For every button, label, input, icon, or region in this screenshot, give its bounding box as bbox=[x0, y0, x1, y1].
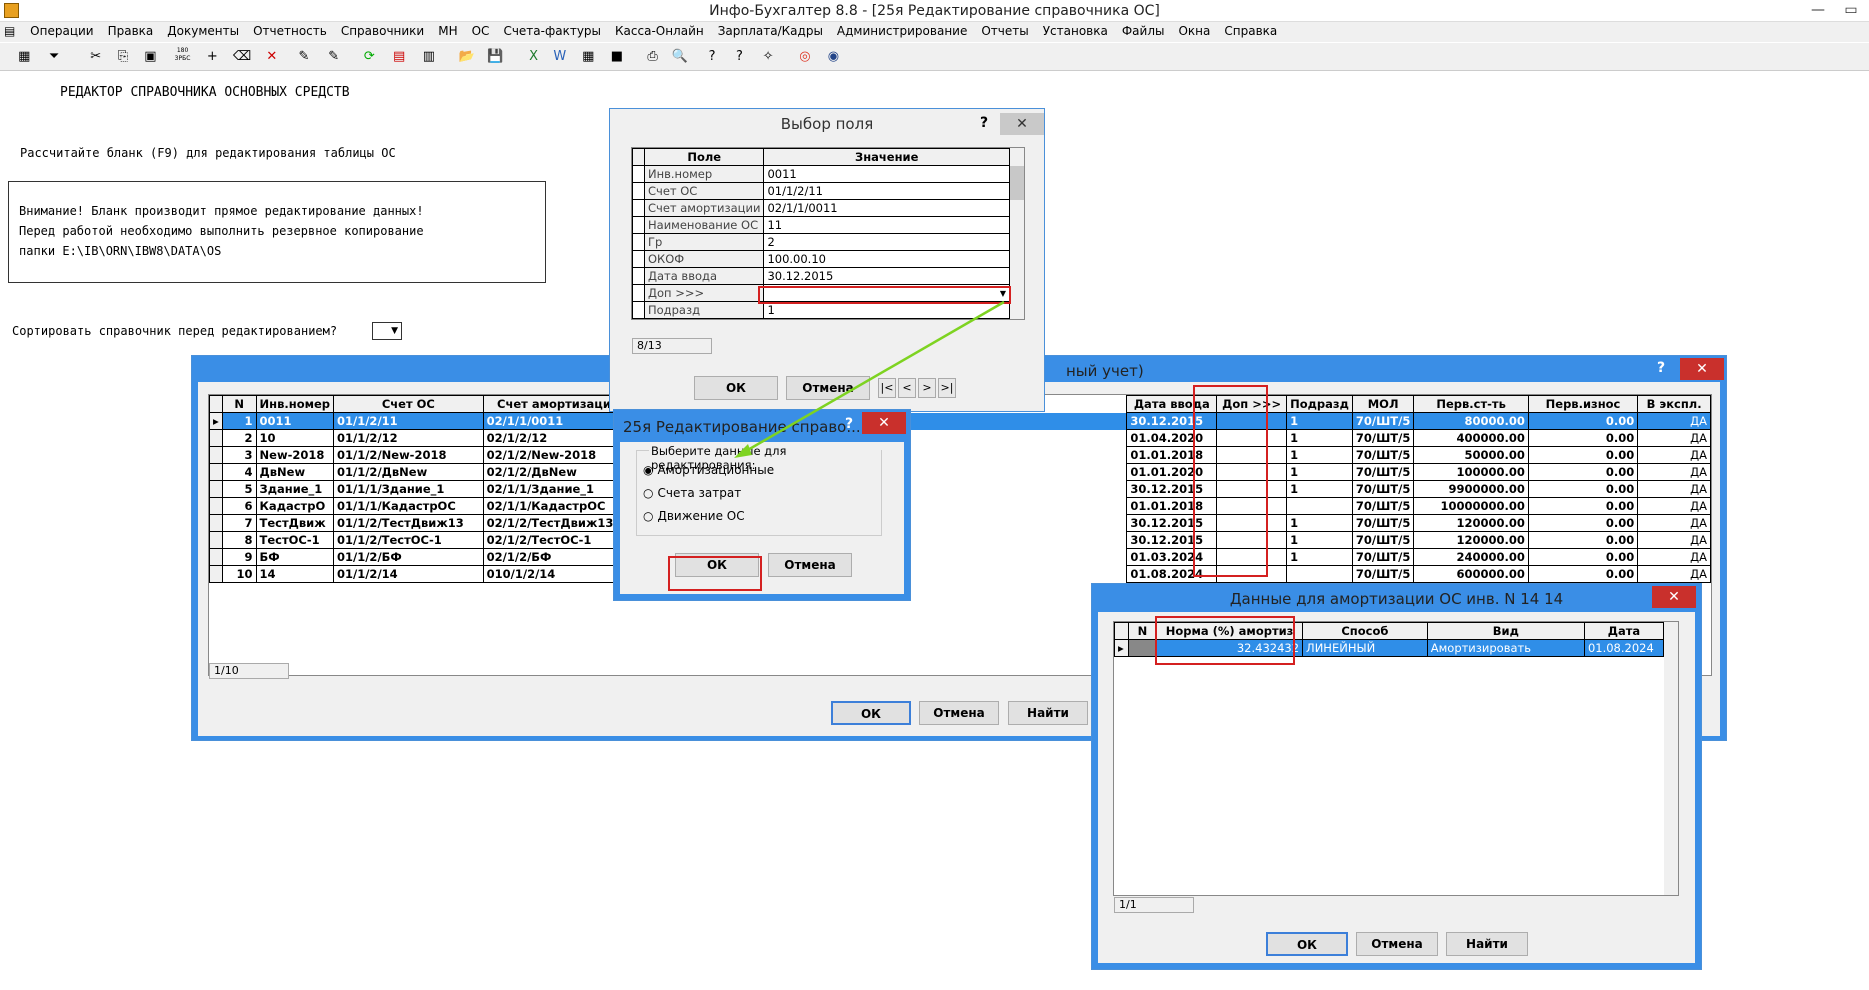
annotation-arrow bbox=[734, 300, 1005, 458]
